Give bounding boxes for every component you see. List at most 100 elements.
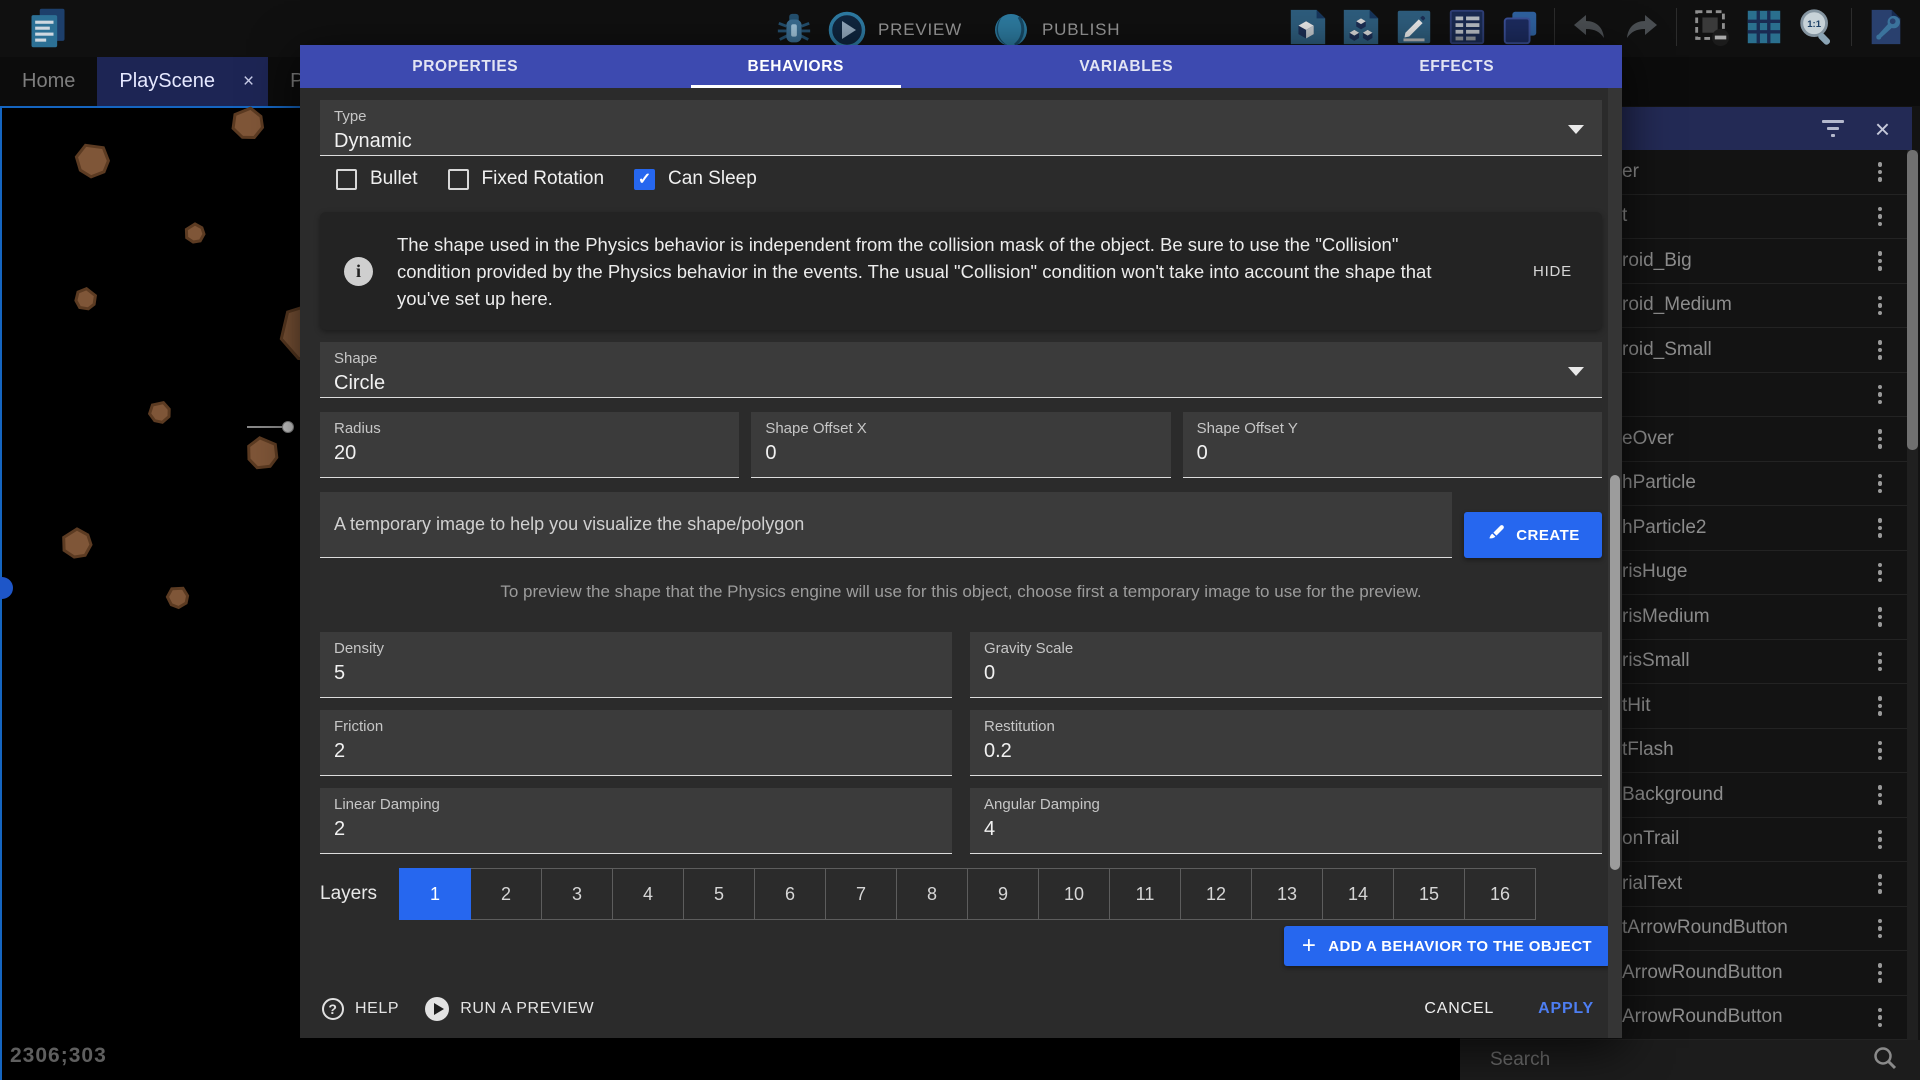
asteroid-sprite[interactable]: [76, 289, 96, 309]
object-groups-icon[interactable]: [1339, 5, 1383, 49]
kebab-menu-icon[interactable]: [1878, 919, 1883, 939]
checkbox-row: Bullet Fixed Rotation Can Sleep: [320, 164, 1602, 194]
cancel-button[interactable]: CANCEL: [1424, 1000, 1494, 1018]
number-field[interactable]: Shape Offset Y 0: [1183, 412, 1602, 478]
number-field[interactable]: Shape Offset X 0: [751, 412, 1170, 478]
chevron-down-icon: [1568, 367, 1584, 376]
dialog-tab[interactable]: VARIABLES: [961, 45, 1292, 88]
anchor-dot: [0, 577, 13, 599]
layer-chip[interactable]: 5: [683, 868, 755, 920]
number-field[interactable]: Friction 2: [320, 710, 952, 776]
asteroid-sprite[interactable]: [64, 529, 91, 557]
create-button[interactable]: CREATE: [1464, 512, 1602, 558]
layer-chip[interactable]: 10: [1038, 868, 1110, 920]
asteroid-sprite[interactable]: [249, 438, 277, 468]
checkbox[interactable]: Bullet: [336, 168, 418, 190]
edit-properties-icon[interactable]: [1392, 5, 1436, 49]
layer-chip[interactable]: 8: [896, 868, 968, 920]
temp-image-field[interactable]: A temporary image to help you visualize …: [320, 492, 1452, 558]
close-icon[interactable]: ×: [243, 71, 254, 93]
layer-chip[interactable]: 6: [754, 868, 826, 920]
layer-chip[interactable]: 4: [612, 868, 684, 920]
close-icon[interactable]: ×: [1875, 116, 1890, 142]
kebab-menu-icon[interactable]: [1878, 563, 1883, 583]
asteroid-sprite[interactable]: [186, 224, 204, 242]
shape-dropdown[interactable]: Shape Circle: [320, 342, 1602, 398]
layer-chip[interactable]: 1: [399, 868, 471, 920]
kebab-menu-icon[interactable]: [1878, 429, 1883, 449]
asteroid-sprite[interactable]: [167, 588, 187, 607]
number-field[interactable]: Gravity Scale 0: [970, 632, 1602, 698]
dialog-footer: ? HELP RUN A PREVIEW CANCEL APPLY: [300, 980, 1622, 1038]
layer-chip[interactable]: 9: [967, 868, 1039, 920]
kebab-menu-icon[interactable]: [1878, 696, 1883, 716]
kebab-menu-icon[interactable]: [1878, 207, 1883, 227]
project-settings-icon[interactable]: [1864, 5, 1908, 49]
layer-chip[interactable]: 11: [1109, 868, 1181, 920]
asteroid-sprite[interactable]: [150, 403, 170, 423]
layer-chip[interactable]: 13: [1251, 868, 1323, 920]
search-input[interactable]: Search: [1490, 1049, 1872, 1071]
kebab-menu-icon[interactable]: [1878, 652, 1883, 672]
add-behavior-button[interactable]: + ADD A BEHAVIOR TO THE OBJECT: [1284, 926, 1610, 966]
search-icon: [1872, 1045, 1898, 1076]
kebab-menu-icon[interactable]: [1878, 251, 1883, 271]
tab-home[interactable]: Home: [0, 57, 97, 106]
layer-chip[interactable]: 15: [1393, 868, 1465, 920]
redo-icon[interactable]: [1620, 5, 1664, 49]
number-field[interactable]: Density 5: [320, 632, 952, 698]
temp-image-row: A temporary image to help you visualize …: [320, 492, 1602, 558]
kebab-menu-icon[interactable]: [1878, 474, 1883, 494]
kebab-menu-icon[interactable]: [1878, 340, 1883, 360]
grid-icon[interactable]: [1742, 5, 1786, 49]
panel-scrollbar-thumb[interactable]: [1907, 150, 1918, 450]
number-field[interactable]: Radius 20: [320, 412, 739, 478]
help-button[interactable]: ? HELP: [322, 998, 399, 1020]
number-field[interactable]: Angular Damping 4: [970, 788, 1602, 854]
type-dropdown[interactable]: Type Dynamic: [320, 100, 1602, 156]
instances-list-icon[interactable]: [1445, 5, 1489, 49]
layer-chip[interactable]: 3: [541, 868, 613, 920]
kebab-menu-icon[interactable]: [1878, 830, 1883, 850]
layer-chip[interactable]: 2: [470, 868, 542, 920]
number-field[interactable]: Linear Damping 2: [320, 788, 952, 854]
dialog-tab[interactable]: BEHAVIORS: [631, 45, 962, 88]
number-field[interactable]: Restitution 0.2: [970, 710, 1602, 776]
undo-icon[interactable]: [1567, 5, 1611, 49]
kebab-menu-icon[interactable]: [1878, 874, 1883, 894]
kebab-menu-icon[interactable]: [1878, 296, 1883, 316]
kebab-menu-icon[interactable]: [1878, 785, 1883, 805]
layer-chip[interactable]: 16: [1464, 868, 1536, 920]
kebab-menu-icon[interactable]: [1878, 1008, 1883, 1028]
dialog-tab[interactable]: EFFECTS: [1292, 45, 1623, 88]
export-object-icon[interactable]: [1286, 5, 1330, 49]
tab-playscene[interactable]: PlayScene ×: [97, 57, 268, 106]
filter-icon[interactable]: [1821, 120, 1845, 137]
mask-selection-icon[interactable]: [1689, 5, 1733, 49]
asteroid-sprite[interactable]: [233, 108, 262, 137]
checkbox[interactable]: Fixed Rotation: [448, 168, 605, 190]
preview-button[interactable]: PREVIEW: [878, 20, 962, 40]
checkbox[interactable]: Can Sleep: [634, 168, 757, 190]
kebab-menu-icon[interactable]: [1878, 518, 1883, 538]
kebab-menu-icon[interactable]: [1878, 963, 1883, 983]
publish-button[interactable]: PUBLISH: [1042, 20, 1120, 40]
kebab-menu-icon[interactable]: [1878, 385, 1883, 405]
kebab-menu-icon[interactable]: [1878, 741, 1883, 761]
layer-chip[interactable]: 14: [1322, 868, 1394, 920]
dialog-tab[interactable]: PROPERTIES: [300, 45, 631, 88]
kebab-menu-icon[interactable]: [1878, 607, 1883, 627]
kebab-menu-icon[interactable]: [1878, 162, 1883, 182]
asteroid-sprite[interactable]: [76, 145, 108, 177]
info-icon: i: [344, 257, 373, 286]
layer-chip[interactable]: 12: [1180, 868, 1252, 920]
search-bar[interactable]: Search: [1460, 1040, 1920, 1080]
layers-icon[interactable]: [1498, 5, 1542, 49]
zoom-original-icon[interactable]: 1:1: [1795, 5, 1839, 49]
hide-button[interactable]: HIDE: [1533, 263, 1572, 280]
run-preview-button[interactable]: RUN A PREVIEW: [425, 997, 594, 1021]
project-manager-icon[interactable]: [26, 6, 70, 50]
apply-button[interactable]: APPLY: [1538, 1000, 1594, 1018]
layer-chip[interactable]: 7: [825, 868, 897, 920]
dialog-scrollbar-thumb[interactable]: [1610, 475, 1620, 870]
